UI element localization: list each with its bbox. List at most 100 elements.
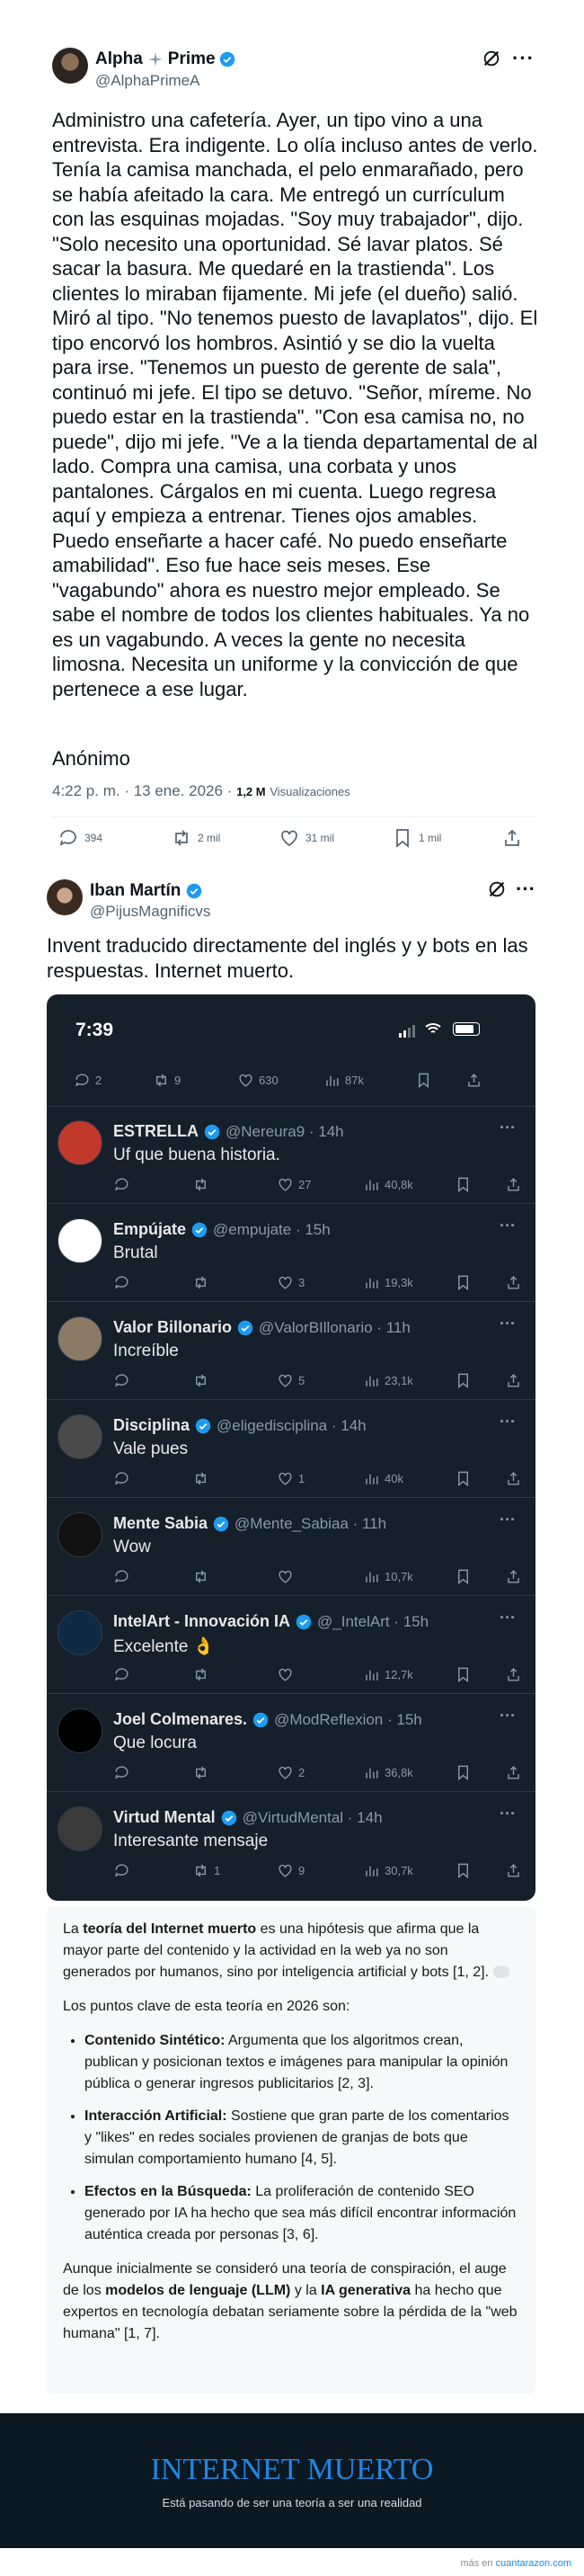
retweet-icon <box>196 1178 206 1191</box>
like-button[interactable]: 3 <box>277 1274 305 1291</box>
bookmark-icon <box>458 1863 468 1879</box>
retweet-icon <box>196 1766 206 1779</box>
retweet-button[interactable]: 9 <box>153 1072 181 1089</box>
reply-row[interactable]: Disciplina @eligedisciplina · 14h ··· Vale … <box>47 1400 535 1498</box>
views-button[interactable]: 40,8k <box>363 1176 413 1193</box>
reply-button[interactable] <box>113 1372 135 1389</box>
link-icon[interactable] <box>492 1965 509 1978</box>
views-button[interactable]: 87k <box>323 1072 364 1089</box>
more-options-icon[interactable]: ··· <box>516 878 535 901</box>
summary-conclusion: Aunque inicialmente se consideró una teo… <box>63 2261 518 2341</box>
like-icon <box>279 1766 292 1779</box>
views-button[interactable]: 40k <box>363 1470 403 1487</box>
author-handle[interactable]: @PijusMagnificvs <box>90 903 210 921</box>
compass-icon <box>147 52 163 67</box>
reply-button[interactable] <box>113 1274 135 1291</box>
like-button[interactable]: 630 <box>237 1072 279 1089</box>
reply-button[interactable] <box>113 1470 135 1487</box>
retweet-button[interactable] <box>192 1666 214 1683</box>
share-button[interactable] <box>505 1176 526 1193</box>
bookmark-button[interactable] <box>455 1568 476 1585</box>
views-button[interactable]: 36,8k <box>363 1764 413 1781</box>
reply-button[interactable]: 394 <box>58 827 102 849</box>
retweet-button[interactable]: 1 <box>192 1862 220 1879</box>
share-button[interactable] <box>505 1862 526 1879</box>
tweet-text: Invent traducido directamente del inglés… <box>47 934 528 982</box>
retweet-button[interactable]: 2 mil <box>171 827 220 849</box>
retweet-icon <box>196 1374 206 1387</box>
views-button[interactable]: 19,3k <box>363 1274 413 1291</box>
views-button[interactable]: 30,7k <box>363 1862 413 1879</box>
views-icon <box>366 1180 378 1190</box>
bookmark-button[interactable]: 1 mil <box>392 827 441 849</box>
like-button[interactable]: 1 <box>277 1470 305 1487</box>
retweet-icon <box>196 1864 206 1877</box>
bookmark-button[interactable] <box>455 1470 476 1487</box>
share-button[interactable] <box>505 1470 526 1487</box>
share-button[interactable] <box>501 827 523 849</box>
tweet-timestamp[interactable]: 4:22 p. m. · 13 ene. 2026 · 1,2 M Visual… <box>52 782 350 800</box>
reply-button[interactable] <box>113 1666 135 1683</box>
author-name[interactable]: Alpha <box>95 49 143 69</box>
like-button[interactable]: 5 <box>277 1372 305 1389</box>
caption-title: INTERNET MUERTO <box>150 2453 434 2486</box>
reply-row[interactable]: Mente Sabia @Mente_Sabiaa · 11h ··· Wow 10,7… <box>47 1498 535 1596</box>
more-options-icon[interactable]: ··· <box>512 47 535 70</box>
reply-button[interactable] <box>113 1764 135 1781</box>
reply-icon <box>115 1864 128 1877</box>
retweet-button[interactable] <box>192 1372 214 1389</box>
views-button[interactable]: 10,7k <box>363 1568 413 1585</box>
author-name[interactable]: Iban Martín <box>90 881 181 901</box>
reply-button[interactable] <box>113 1568 135 1585</box>
share-button[interactable] <box>505 1764 526 1781</box>
reply-button[interactable]: 2 <box>74 1072 102 1089</box>
like-button[interactable]: 27 <box>277 1176 311 1193</box>
reply-row[interactable]: Empújate @empujate · 15h ··· Brutal 3 19,3k <box>47 1204 535 1302</box>
avatar[interactable] <box>52 48 88 84</box>
bookmark-button[interactable] <box>455 1666 476 1683</box>
author-name-suffix[interactable]: Prime <box>168 49 216 69</box>
share-button[interactable] <box>465 1072 487 1089</box>
reply-icon <box>59 830 76 846</box>
reply-row[interactable]: IntelArt - Innovación IA @_IntelArt · 15h… <box>47 1596 535 1694</box>
bookmark-button[interactable] <box>455 1274 476 1291</box>
bookmark-button[interactable] <box>415 1072 437 1089</box>
bookmark-button[interactable] <box>455 1764 476 1781</box>
like-button[interactable] <box>277 1568 298 1585</box>
reply-row[interactable]: ESTRELLA @Nereura9 · 14h ··· Uf que buena h… <box>47 1106 535 1204</box>
retweet-icon <box>196 1472 206 1485</box>
views-icon <box>366 1572 378 1582</box>
bookmark-button[interactable] <box>455 1862 476 1879</box>
grok-icon[interactable] <box>487 879 507 899</box>
reply-button[interactable] <box>113 1176 135 1193</box>
views-button[interactable]: 12,7k <box>363 1666 413 1683</box>
share-button[interactable] <box>505 1372 526 1389</box>
bookmark-button[interactable] <box>455 1372 476 1389</box>
author-handle[interactable]: @AlphaPrimeA <box>95 72 199 90</box>
retweet-button[interactable] <box>192 1176 214 1193</box>
like-button[interactable]: 31 mil <box>279 827 334 849</box>
reply-row[interactable]: Virtud Mental @VirtudMental · 14h ··· Inter… <box>47 1792 535 1890</box>
retweet-button[interactable] <box>192 1764 214 1781</box>
reply-row[interactable]: Valor Billonario @ValorBIllonario · 11h ··… <box>47 1302 535 1400</box>
summary-bullet: Contenido Sintético: Argumenta que los a… <box>84 2030 519 2095</box>
grok-icon[interactable] <box>482 49 501 68</box>
views-button[interactable]: 23,1k <box>363 1372 413 1389</box>
source-credit[interactable]: más en cuantarazon.com <box>460 2558 571 2569</box>
share-button[interactable] <box>505 1568 526 1585</box>
share-button[interactable] <box>505 1666 526 1683</box>
retweet-button[interactable] <box>192 1568 214 1585</box>
like-button[interactable]: 9 <box>277 1862 305 1879</box>
share-button[interactable] <box>505 1274 526 1291</box>
retweet-button[interactable] <box>192 1274 214 1291</box>
bookmark-button[interactable] <box>455 1176 476 1193</box>
reply-button[interactable] <box>113 1862 135 1879</box>
like-button[interactable]: 2 <box>277 1764 305 1781</box>
battery-icon <box>453 1022 480 1036</box>
retweet-button[interactable] <box>192 1470 214 1487</box>
avatar[interactable] <box>47 879 83 915</box>
bookmark-icon <box>458 1177 468 1193</box>
summary-bullet: Interacción Artificial: Sostiene que gra… <box>84 2106 519 2170</box>
reply-row[interactable]: Joel Colmenares. @ModReflexion · 15h ··· Qu… <box>47 1694 535 1792</box>
like-button[interactable] <box>277 1666 298 1683</box>
